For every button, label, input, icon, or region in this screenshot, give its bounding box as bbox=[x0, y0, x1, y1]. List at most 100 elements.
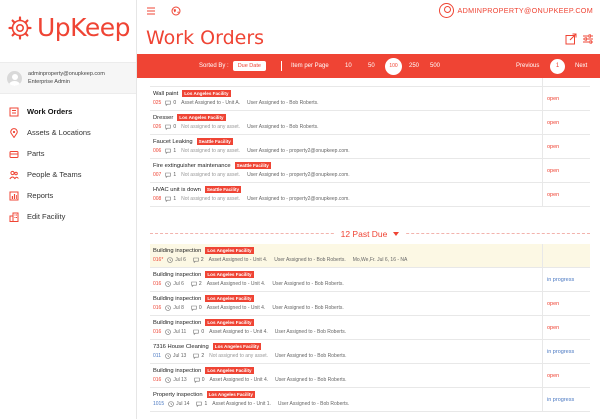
sidebar-item-edit-facility[interactable]: Edit Facility bbox=[0, 206, 136, 227]
comment-icon bbox=[191, 305, 197, 311]
asset-assignment: Not assigned to any asset. bbox=[181, 148, 241, 154]
per-page-option-10[interactable]: 10 bbox=[345, 54, 352, 78]
work-order-id: 011 bbox=[153, 353, 161, 359]
work-order-title: Fire extinguisher maintenance bbox=[153, 162, 231, 169]
work-order-title: Wall paint bbox=[153, 90, 179, 97]
work-order-id: 016 bbox=[153, 329, 162, 335]
asset-assignment: Asset Assigned to - Unit 4. bbox=[206, 305, 266, 311]
comment-icon bbox=[196, 401, 203, 407]
brand-name: UpKeep bbox=[37, 13, 130, 42]
table-row[interactable]: Building inspection Los Angeles Facility 0… bbox=[150, 244, 590, 268]
facility-tag[interactable]: Los Angeles Facility bbox=[205, 271, 254, 278]
due-date: Jul 8 bbox=[173, 305, 184, 311]
per-page-option-250[interactable]: 250 bbox=[409, 54, 419, 78]
sidebar-item-label: Assets & Locations bbox=[27, 128, 91, 137]
sidebar-item-parts[interactable]: Parts bbox=[0, 143, 136, 164]
facility-tag[interactable]: Seattle Facility bbox=[204, 186, 242, 193]
table-row[interactable]: Building inspection Los Angeles Facility 0… bbox=[150, 316, 590, 340]
status-badge[interactable]: open bbox=[542, 183, 590, 206]
status-badge[interactable]: in progress bbox=[542, 340, 590, 363]
sidebar-item-work-orders[interactable]: Work Orders bbox=[0, 101, 136, 122]
comment-count: 0 bbox=[201, 377, 205, 383]
status-badge[interactable]: open bbox=[542, 292, 590, 315]
clock-icon bbox=[165, 353, 171, 359]
work-orders-icon bbox=[9, 107, 19, 117]
work-order-title: Building inspection bbox=[153, 319, 202, 326]
clock-icon bbox=[165, 305, 172, 311]
per-page-option-100[interactable]: 100 bbox=[385, 54, 402, 78]
past-due-section-header[interactable]: 12 Past Due bbox=[150, 224, 590, 244]
user-assignment: User Assigned to - property2@onupkeep.co… bbox=[247, 172, 350, 178]
asset-assignment: Not assigned to any asset. bbox=[209, 353, 269, 359]
list-toolbar: Sorted By : Due Date Item per Page 10 50… bbox=[137, 54, 600, 78]
per-page-option-50[interactable]: 50 bbox=[368, 54, 375, 78]
per-page-option-label: 250 bbox=[409, 63, 420, 69]
edit-export-icon[interactable] bbox=[565, 33, 577, 45]
facility-tag[interactable]: Seattle Facility bbox=[196, 138, 233, 145]
work-order-id: 007 bbox=[153, 172, 162, 178]
per-page-option-500[interactable]: 500 bbox=[430, 54, 440, 78]
status-badge[interactable]: open bbox=[542, 316, 590, 339]
comment-icon bbox=[193, 353, 200, 359]
table-row[interactable]: Property inspection Los Angeles Facility 1… bbox=[150, 388, 590, 412]
status-cell bbox=[542, 78, 590, 86]
work-order-id: 016 bbox=[153, 377, 162, 383]
user-assignment: User Assigned to - Bob Roberts. bbox=[247, 124, 319, 130]
facility-tag[interactable]: Los Angeles Facility bbox=[182, 90, 231, 97]
status-badge[interactable] bbox=[542, 244, 590, 267]
status-badge[interactable]: open bbox=[542, 364, 590, 387]
previous-page-button[interactable]: Previous bbox=[516, 54, 539, 78]
facility-tag[interactable]: Seattle Facility bbox=[234, 162, 271, 169]
facility-tag[interactable]: Los Angeles Facility bbox=[205, 295, 254, 302]
status-badge[interactable]: open bbox=[542, 111, 590, 134]
brand-logo[interactable]: UpKeep bbox=[0, 0, 136, 55]
comment-count: 2 bbox=[201, 353, 205, 359]
filter-sliders-icon[interactable] bbox=[582, 33, 594, 45]
comment-icon bbox=[165, 172, 172, 178]
sidebar-item-assets-locations[interactable]: Assets & Locations bbox=[0, 122, 136, 143]
work-order-title: Building inspection bbox=[153, 247, 202, 254]
work-order-title: Building inspection bbox=[153, 271, 202, 278]
globe-icon[interactable] bbox=[171, 6, 181, 16]
work-order-id: 026 bbox=[153, 124, 162, 130]
status-badge[interactable]: in progress bbox=[542, 268, 590, 291]
table-row[interactable]: Building inspection Los Angeles Facility 0… bbox=[150, 292, 590, 316]
table-row[interactable]: Dresser Los Angeles Facility 026 0 Not assig… bbox=[150, 111, 590, 135]
sidebar-item-people-teams[interactable]: People & Teams bbox=[0, 164, 136, 185]
facility-tag[interactable]: Los Angeles Facility bbox=[205, 367, 254, 374]
status-badge[interactable]: in progress bbox=[542, 388, 590, 411]
table-row[interactable]: Building inspection Los Angeles Facility 0… bbox=[150, 268, 590, 292]
current-user[interactable]: adminproperty@onupkeep.com Enterprise Ad… bbox=[0, 62, 136, 94]
table-row[interactable]: Building inspection Los Angeles Facility 0… bbox=[150, 364, 590, 388]
status-badge[interactable]: open bbox=[542, 135, 590, 158]
clock-icon bbox=[165, 377, 172, 383]
facility-tag[interactable]: Los Angeles Facility bbox=[205, 247, 254, 254]
per-page-option-label: 10 bbox=[345, 63, 352, 69]
hamburger-menu-icon[interactable] bbox=[146, 6, 156, 16]
next-page-button[interactable]: Next bbox=[575, 54, 587, 78]
table-row[interactable]: HVAC unit is down Seattle Facility 008 1 Not… bbox=[150, 183, 590, 207]
comment-count: 2 bbox=[200, 257, 204, 263]
table-row[interactable]: 7316 House Cleaning Los Angeles Facility 0… bbox=[150, 340, 590, 364]
sidebar-item-reports[interactable]: Reports bbox=[0, 185, 136, 206]
asset-assignment: Asset Assigned to - Unit 4. bbox=[208, 257, 268, 263]
facility-tag[interactable]: Los Angeles Facility bbox=[212, 343, 262, 350]
status-badge[interactable]: open bbox=[542, 159, 590, 182]
account-menu[interactable]: ADMINPROPERTY@ONUPKEEP.COM bbox=[438, 3, 593, 18]
parts-icon bbox=[9, 149, 19, 159]
work-order-id: 016 bbox=[153, 281, 162, 287]
comment-icon bbox=[165, 196, 172, 202]
work-order-title: Dresser bbox=[153, 114, 174, 121]
facility-tag[interactable]: Los Angeles Facility bbox=[177, 114, 226, 121]
app-window: UpKeep adminproperty@onupkeep.com Enterp… bbox=[0, 0, 600, 419]
work-order-id: 025 bbox=[153, 100, 162, 106]
facility-tag[interactable]: Los Angeles Facility bbox=[205, 319, 254, 326]
facility-tag[interactable]: Los Angeles Facility bbox=[206, 391, 255, 398]
table-row[interactable]: Faucet Leaking Seattle Facility 006 1 Not as… bbox=[150, 135, 590, 159]
past-due-count: 12 Past Due bbox=[340, 229, 388, 239]
table-row[interactable]: Fire extinguisher maintenance Seattle Fac… bbox=[150, 159, 590, 183]
asset-assignment: Not assigned to any asset. bbox=[181, 172, 241, 178]
sort-select[interactable]: Due Date bbox=[232, 61, 266, 71]
status-badge[interactable]: open bbox=[542, 87, 590, 110]
table-row[interactable]: Wall paint Los Angeles Facility 025 0 Asset … bbox=[150, 87, 590, 111]
